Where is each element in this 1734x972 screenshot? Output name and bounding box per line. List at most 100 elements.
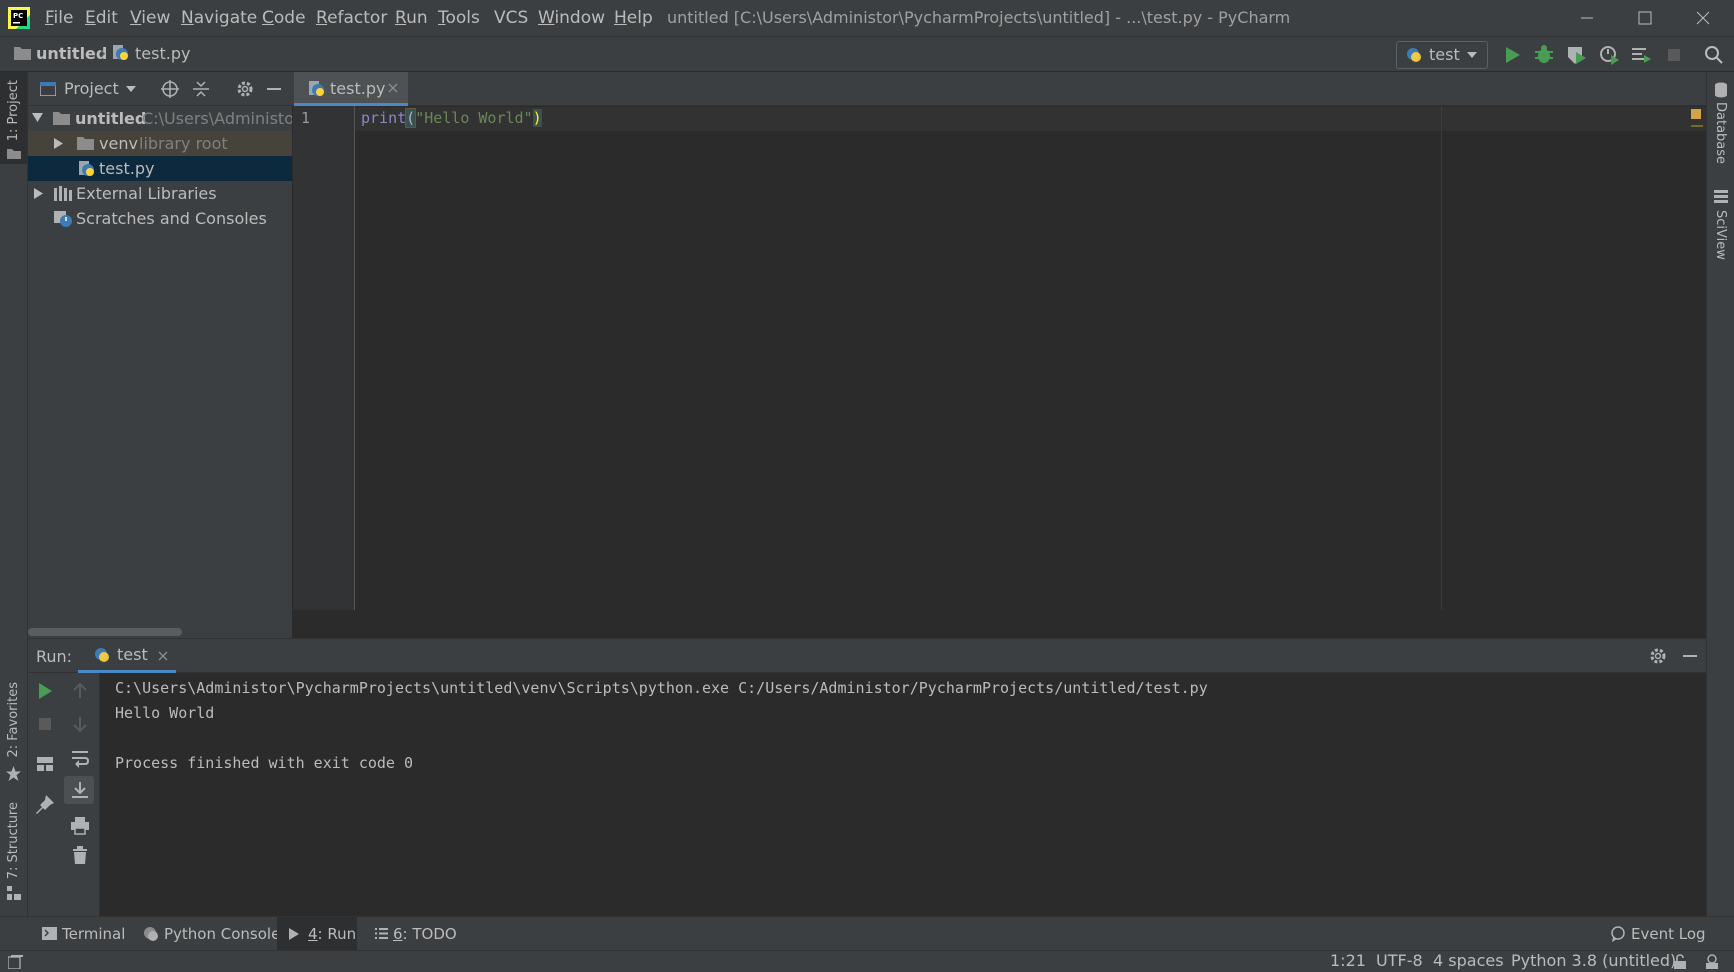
menu-label: avigate (193, 8, 258, 28)
code-line-1[interactable]: print("Hello World") (361, 108, 542, 128)
arrow-down-icon[interactable] (69, 713, 91, 735)
editor-tab-test-py[interactable]: test.py (294, 72, 408, 106)
menu-mnemonic: W (538, 8, 555, 28)
tree-item-venv[interactable]: venv library root (28, 131, 292, 156)
profile-button[interactable] (1597, 43, 1621, 67)
favorites-tool-tab[interactable]: 2: Favorites (0, 682, 27, 782)
print-icon[interactable] (69, 814, 91, 836)
pycharm-logo-icon: PC (8, 7, 30, 29)
structure-tool-tab[interactable]: 7: Structure (0, 802, 27, 902)
tree-venv-name: venv (99, 134, 138, 153)
trash-icon[interactable] (69, 844, 91, 866)
inspection-warning-indicator[interactable] (1691, 109, 1701, 119)
menu-label: dit (95, 8, 118, 28)
menu-item[interactable]: Navigate (181, 8, 257, 28)
database-tab-label: Database (1713, 102, 1728, 165)
debug-button[interactable] (1532, 43, 1556, 67)
tool-tab-terminal[interactable]: Terminal (38, 917, 125, 950)
current-line-highlight (355, 107, 1706, 131)
status-interpreter[interactable]: Python 3.8 (untitled) (1511, 951, 1676, 970)
locate-file-icon[interactable] (160, 79, 180, 99)
hide-panel-icon[interactable] (1680, 646, 1700, 666)
menu-label: ode (273, 8, 306, 28)
run-tab-test[interactable]: test (78, 638, 176, 673)
breadcrumb-project[interactable]: untitled (36, 44, 107, 63)
lock-icon[interactable] (1673, 954, 1687, 969)
tool-tab-run[interactable]: 4: Run (277, 917, 357, 950)
tree-item-file[interactable]: test.py (28, 156, 292, 181)
menu-item[interactable]: File (45, 8, 73, 28)
tree-item-external-libraries[interactable]: External Libraries (28, 181, 292, 206)
hide-panel-icon[interactable] (264, 79, 284, 99)
tool-tab-python-console[interactable]: Python Console (141, 917, 280, 950)
database-tool-tab[interactable]: Database (1707, 82, 1734, 167)
gear-icon[interactable] (1648, 646, 1668, 666)
project-view-selector[interactable]: Project (28, 72, 144, 105)
expand-arrow-icon[interactable] (32, 113, 43, 123)
close-tab-icon[interactable] (158, 651, 168, 661)
toggle-tool-windows-icon[interactable] (8, 955, 23, 969)
sciview-tool-tab[interactable]: SciView (1707, 190, 1734, 275)
maximize-button[interactable] (1616, 0, 1674, 36)
pin-icon[interactable] (34, 793, 56, 815)
menu-item[interactable]: Edit (85, 8, 118, 28)
scroll-to-end-button[interactable] (64, 776, 94, 804)
tree-item-root[interactable]: untitled C:\Users\Administor\ (28, 106, 292, 131)
collapse-all-icon[interactable] (191, 79, 211, 99)
menu-item[interactable]: Run (395, 8, 428, 28)
search-everywhere-icon[interactable] (1702, 43, 1726, 67)
breadcrumb-file[interactable]: test.py (135, 44, 190, 63)
folder-icon (53, 111, 70, 125)
tool-tab-run-label: : Run (317, 925, 357, 943)
concurrency-diagram-button[interactable] (1629, 43, 1653, 67)
menu-label: indow (554, 8, 606, 28)
python-icon (94, 647, 110, 663)
menu-item[interactable]: Code (262, 8, 306, 28)
menu-item[interactable]: VCS (494, 8, 528, 28)
menu-item[interactable]: Help (614, 8, 653, 28)
tree-external-libraries-label: External Libraries (76, 184, 217, 203)
tool-tab-event-log[interactable]: Event Log (1610, 917, 1706, 950)
project-tab-label: 1: Project (6, 80, 21, 142)
restore-layout-icon[interactable] (34, 753, 56, 775)
run-button[interactable] (1500, 43, 1524, 67)
collapse-arrow-icon[interactable] (34, 188, 44, 199)
status-caret-position[interactable]: 1:21 (1330, 951, 1366, 970)
run-toolbar-secondary (61, 673, 100, 916)
status-indent[interactable]: 4 spaces (1433, 951, 1504, 970)
close-tab-icon[interactable] (388, 83, 398, 93)
project-view-icon (40, 82, 56, 96)
run-with-coverage-button[interactable] (1564, 43, 1588, 67)
database-icon (1714, 82, 1728, 98)
tree-item-scratches[interactable]: Scratches and Consoles (28, 206, 292, 231)
structure-tab-label: 7: Structure (6, 802, 21, 880)
minimize-button[interactable] (1558, 0, 1616, 36)
structure-icon (7, 886, 21, 900)
menu-mnemonic: R (316, 8, 328, 28)
gear-icon[interactable] (235, 79, 255, 99)
terminal-icon (42, 927, 57, 940)
stop-icon[interactable] (34, 713, 56, 735)
menu-item[interactable]: View (130, 8, 170, 28)
sciview-tab-label: SciView (1713, 210, 1728, 260)
menu-item[interactable]: Window (538, 8, 605, 28)
memory-indicator-icon[interactable] (1704, 954, 1720, 969)
tool-tab-todo[interactable]: 6: TODO (372, 917, 457, 950)
code-editor[interactable] (355, 106, 1706, 610)
status-encoding[interactable]: UTF-8 (1376, 951, 1423, 970)
run-config-selector[interactable]: test (1396, 41, 1488, 69)
close-window-button[interactable] (1674, 0, 1732, 36)
soft-wrap-icon[interactable] (69, 747, 91, 769)
rerun-icon[interactable] (34, 680, 56, 702)
collapse-arrow-icon[interactable] (54, 138, 64, 149)
project-tree-scrollbar[interactable] (28, 628, 182, 636)
arrow-up-icon[interactable] (69, 680, 91, 702)
run-console[interactable]: C:\Users\Administor\PycharmProjects\unti… (100, 673, 1706, 916)
editor-gutter: 1 (293, 106, 355, 610)
menu-item[interactable]: Refactor (316, 8, 387, 28)
folder-icon (14, 46, 31, 60)
error-stripe-mark[interactable] (1691, 125, 1703, 127)
project-tool-tab[interactable]: 1: Project (0, 72, 27, 164)
stop-button[interactable] (1662, 43, 1686, 67)
menu-item[interactable]: Tools (438, 8, 480, 28)
